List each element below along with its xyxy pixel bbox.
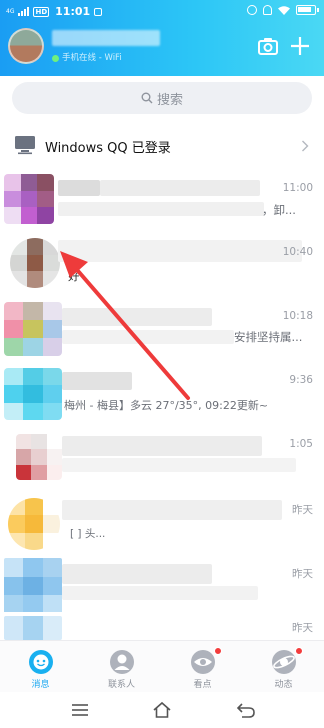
profile-avatar[interactable] (8, 28, 44, 64)
chat-avatar (4, 302, 62, 356)
status-bar: 4G HD 11:01 (0, 0, 324, 22)
eye-icon (191, 650, 215, 674)
add-icon[interactable] (290, 36, 310, 56)
chat-avatar (4, 616, 62, 640)
chat-avatar (4, 368, 62, 420)
wifi-icon (278, 5, 290, 15)
name-redacted (58, 240, 302, 262)
chat-list-item[interactable]: 昨天 [ ] 头... (0, 488, 324, 552)
bell-icon (263, 5, 272, 15)
name-redacted (62, 564, 212, 584)
bottom-tab-bar: 消息 联系人 看点 动态 (0, 640, 324, 692)
tab-label: 动态 (274, 680, 293, 690)
notification-badge (295, 647, 303, 655)
online-status-icon (52, 55, 59, 62)
device-login-label: Windows QQ 已登录 (45, 141, 171, 156)
signal-icon (18, 7, 30, 16)
chat-time: 昨天 (292, 568, 313, 580)
chat-list-item[interactable]: 昨天 (0, 552, 324, 616)
tab-contacts[interactable]: 联系人 (81, 641, 162, 693)
tab-label: 联系人 (107, 680, 135, 690)
chat-list-item[interactable]: 10:18 安排坚持属... (0, 296, 324, 360)
message-redacted (62, 458, 296, 472)
camera-icon[interactable] (258, 37, 278, 55)
home-icon[interactable] (152, 700, 172, 720)
chat-preview: [ ] 头... (70, 528, 106, 540)
tab-label: 看点 (193, 680, 212, 690)
message-redacted (62, 586, 258, 600)
message-bubble-icon (29, 650, 53, 674)
chat-time: 10:40 (282, 246, 313, 258)
search-placeholder: 搜索 (156, 92, 183, 108)
chat-preview: 梅州 - 梅县】多云 27°/35°, 09:22更新~ (64, 399, 269, 412)
chat-preview: 好 (68, 269, 80, 283)
chevron-right-icon (302, 140, 309, 152)
chat-avatar (4, 174, 54, 224)
chat-time: 1:05 (289, 438, 313, 450)
chat-list-item[interactable]: 10:40 好 (0, 232, 324, 296)
status-time: 11:01 (55, 5, 91, 18)
tab-feed[interactable]: 动态 (243, 641, 324, 693)
chat-preview: 安排坚持属... (234, 330, 303, 344)
menu-icon[interactable] (70, 700, 90, 720)
chat-time: 昨天 (292, 622, 313, 634)
message-redacted (62, 330, 234, 344)
name-redacted (62, 372, 132, 390)
device-login-bar[interactable]: Windows QQ 已登录 (0, 128, 324, 164)
alarm-icon (247, 5, 257, 15)
battery-icon (296, 5, 319, 15)
tab-discover[interactable]: 看点 (162, 641, 243, 693)
message-redacted (100, 180, 260, 196)
system-nav-bar (0, 692, 324, 728)
name-redacted (58, 180, 100, 196)
hd-badge: HD (33, 6, 50, 17)
chat-avatar (10, 238, 60, 288)
notification-icon (94, 7, 103, 16)
tab-messages[interactable]: 消息 (0, 641, 81, 693)
app-header: 4G HD 11:01 手机在线 - WiFi (0, 0, 324, 76)
chat-list-item[interactable]: 1:05 (0, 424, 324, 488)
planet-icon (272, 650, 296, 674)
nickname-redacted (52, 30, 160, 46)
chat-preview: ，卸... (262, 203, 296, 217)
tab-label: 消息 (31, 680, 50, 690)
chat-time: 9:36 (289, 374, 313, 386)
search-input[interactable]: 搜索 (12, 82, 312, 114)
search-icon (141, 92, 153, 104)
chat-list-item[interactable]: 9:36 梅州 - 梅县】多云 27°/35°, 09:22更新~ (0, 360, 324, 424)
back-icon[interactable] (236, 700, 256, 720)
search-area: 搜索 (0, 76, 324, 122)
chat-time: 10:18 (282, 310, 313, 322)
name-redacted (62, 500, 282, 520)
message-redacted (58, 202, 264, 216)
chat-avatar (8, 498, 60, 550)
monitor-icon (15, 136, 35, 155)
chat-avatar (16, 434, 62, 480)
chat-avatar (4, 558, 62, 614)
chat-list-item[interactable]: 11:00 ，卸... (0, 168, 324, 232)
name-redacted (62, 436, 262, 456)
contacts-person-icon (110, 650, 134, 674)
notification-badge (214, 647, 222, 655)
online-status[interactable]: 手机在线 - WiFi (62, 51, 122, 63)
network-type: 4G (6, 7, 15, 15)
chat-time: 昨天 (292, 504, 313, 516)
chat-time: 11:00 (282, 182, 313, 194)
chat-list-item[interactable]: 昨天 (0, 612, 324, 640)
name-redacted (62, 308, 212, 326)
